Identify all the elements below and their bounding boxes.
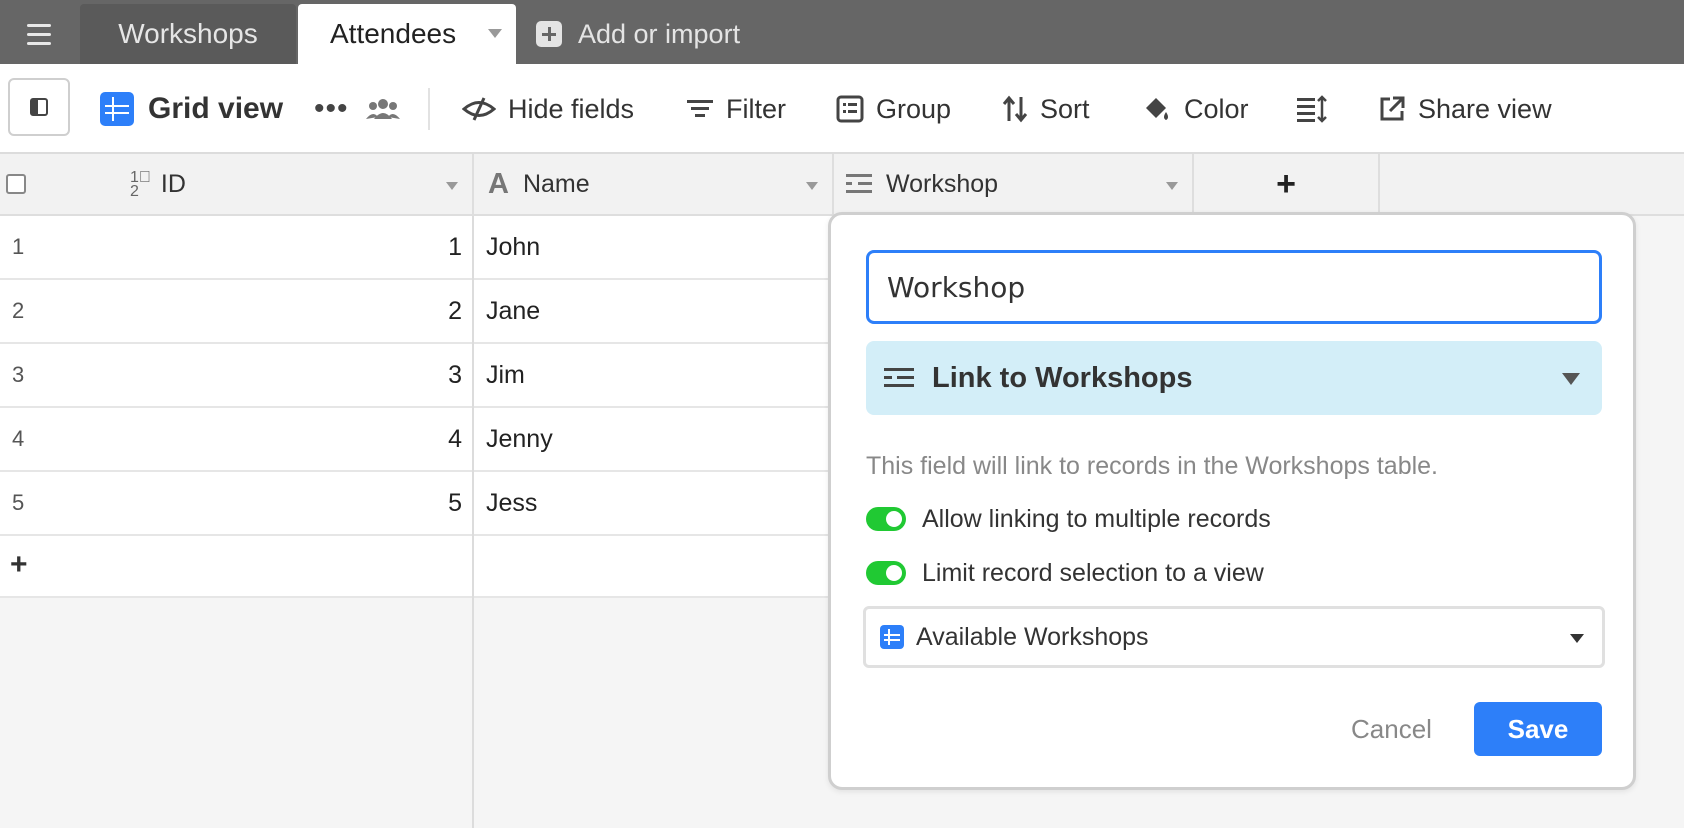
- select-all-checkbox[interactable]: [6, 174, 26, 194]
- color-button[interactable]: Color: [1142, 64, 1249, 154]
- field-type-label: Link to Workshops: [932, 361, 1193, 394]
- chevron-down-icon[interactable]: [488, 29, 502, 38]
- group-icon: [836, 95, 864, 123]
- allow-multiple-label: Allow linking to multiple records: [922, 504, 1271, 533]
- sidebar-toggle-button[interactable]: [8, 78, 70, 136]
- table-row[interactable]: 1 1 John: [0, 216, 834, 280]
- sort-button[interactable]: Sort: [1002, 64, 1090, 154]
- cancel-button[interactable]: Cancel: [1351, 703, 1432, 755]
- link-field-icon: [884, 368, 914, 387]
- filter-button[interactable]: Filter: [686, 64, 786, 154]
- color-label: Color: [1184, 93, 1249, 124]
- chevron-down-icon[interactable]: [446, 182, 458, 190]
- hide-fields-label: Hide fields: [508, 93, 635, 124]
- allow-multiple-row[interactable]: Allow linking to multiple records: [866, 502, 1271, 536]
- cell-id[interactable]: 3: [0, 361, 462, 390]
- chevron-down-icon[interactable]: [806, 182, 818, 190]
- column-header-workshop[interactable]: Workshop: [834, 154, 1194, 216]
- column-header-workshop-label: Workshop: [886, 169, 999, 198]
- field-editor-popup: Link to Workshops This field will link t…: [828, 212, 1636, 790]
- field-name-input[interactable]: [866, 250, 1602, 324]
- people-icon: [366, 99, 400, 119]
- plus-square-icon: [536, 21, 562, 47]
- number-field-icon: 1⃓ 2: [130, 168, 151, 200]
- add-or-import-button[interactable]: Add or import: [536, 16, 740, 52]
- header-filler: [1380, 154, 1684, 216]
- chevron-down-icon: [1562, 373, 1580, 385]
- column-header-id-content: 1⃓ 2 ID: [130, 168, 186, 200]
- filter-label: Filter: [726, 93, 786, 124]
- cell-id[interactable]: 4: [0, 425, 462, 454]
- eye-slash-icon: [462, 97, 496, 121]
- add-or-import-label: Add or import: [578, 18, 741, 49]
- filter-icon: [687, 100, 713, 117]
- tab-attendees[interactable]: Attendees: [298, 4, 516, 64]
- cell-name[interactable]: Jess: [486, 489, 537, 518]
- sort-arrows-icon: [1002, 95, 1028, 123]
- paint-bucket-icon: [1146, 98, 1168, 120]
- cell-id[interactable]: 2: [0, 297, 462, 326]
- column-header-id-label: ID: [160, 170, 186, 198]
- field-type-select[interactable]: Link to Workshops: [866, 341, 1602, 415]
- field-type-description: This field will link to records in the W…: [866, 452, 1438, 480]
- tab-workshops[interactable]: Workshops: [80, 4, 296, 64]
- hide-fields-button[interactable]: Hide fields: [462, 64, 634, 154]
- cell-id[interactable]: 5: [0, 489, 462, 518]
- group-label: Group: [876, 93, 952, 124]
- column-header-name-label: Name: [522, 169, 590, 198]
- view-toolbar: Grid view ••• Hide fields Filter Group S…: [0, 64, 1684, 154]
- cell-id[interactable]: 1: [0, 233, 462, 262]
- limit-to-view-toggle[interactable]: [866, 561, 906, 585]
- limit-to-view-row[interactable]: Limit record selection to a view: [866, 556, 1264, 590]
- limit-to-view-label: Limit record selection to a view: [922, 558, 1264, 587]
- record-rows: 1 1 John 2 2 Jane 3 3 Jim 4 4 Jenny 5 5 …: [0, 216, 834, 598]
- chevron-down-icon[interactable]: [1166, 182, 1178, 190]
- sidebar-icon: [30, 98, 48, 116]
- view-select-dropdown[interactable]: Available Workshops: [863, 606, 1605, 668]
- cell-name[interactable]: Jane: [486, 297, 540, 326]
- collaborative-view-icon[interactable]: [366, 64, 400, 154]
- group-button[interactable]: Group: [836, 64, 951, 154]
- tab-attendees-label: Attendees: [330, 18, 457, 49]
- more-options-icon[interactable]: •••: [314, 64, 349, 154]
- column-header-name[interactable]: A Name: [474, 154, 834, 216]
- save-button[interactable]: Save: [1474, 702, 1602, 756]
- table-row[interactable]: 5 5 Jess: [0, 472, 834, 536]
- toolbar-divider: [428, 88, 430, 130]
- chevron-down-icon: [1570, 634, 1584, 643]
- link-field-icon: [846, 174, 872, 194]
- tab-bar: Workshops Attendees Add or import: [0, 0, 1684, 64]
- allow-multiple-toggle[interactable]: [866, 507, 906, 531]
- table-row[interactable]: 4 4 Jenny: [0, 408, 834, 472]
- add-field-button[interactable]: +: [1194, 154, 1380, 216]
- share-icon: [1380, 96, 1405, 121]
- share-view-button[interactable]: Share view: [1378, 64, 1552, 154]
- grid-view-icon: [100, 92, 134, 126]
- table-row[interactable]: 3 3 Jim: [0, 344, 834, 408]
- column-header-id[interactable]: 1⃓ 2 ID: [0, 154, 474, 216]
- add-record-button[interactable]: +: [10, 548, 28, 582]
- text-field-icon: A: [488, 167, 509, 200]
- cell-name[interactable]: Jim: [486, 361, 525, 390]
- row-height-button[interactable]: [1296, 64, 1328, 154]
- column-divider: [472, 216, 474, 828]
- view-name-label: Grid view: [148, 92, 284, 125]
- hamburger-menu-icon[interactable]: [18, 16, 60, 52]
- table-row[interactable]: 2 2 Jane: [0, 280, 834, 344]
- selected-view-label: Available Workshops: [916, 622, 1149, 651]
- cell-name[interactable]: John: [486, 233, 540, 262]
- row-height-icon: [1297, 95, 1327, 123]
- sort-label: Sort: [1040, 93, 1090, 124]
- cell-name[interactable]: Jenny: [486, 425, 553, 454]
- add-record-row[interactable]: +: [0, 536, 834, 598]
- view-switcher[interactable]: Grid view: [100, 64, 283, 154]
- grid-view-icon: [880, 625, 904, 649]
- share-view-label: Share view: [1418, 93, 1552, 124]
